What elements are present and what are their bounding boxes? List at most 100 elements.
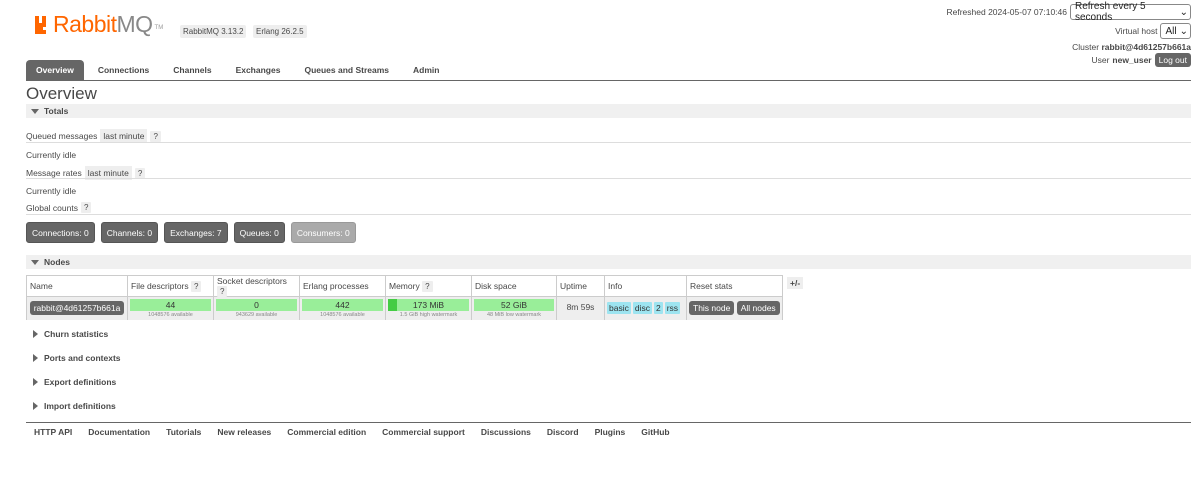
col-name: Name — [26, 275, 128, 297]
tab-overview[interactable]: Overview — [26, 60, 84, 80]
cluster-label: Cluster — [1072, 42, 1100, 52]
channels-count-button[interactable]: Channels: 0 — [100, 222, 159, 243]
consumers-count-button[interactable]: Consumers: 0 — [290, 222, 356, 243]
expand-icon — [33, 354, 38, 362]
refresh-area: Refreshed 2024-05-07 07:10:46 Refresh ev… — [946, 1, 1191, 23]
info-tag-disc[interactable]: disc — [632, 302, 652, 314]
tab-connections[interactable]: Connections — [88, 60, 159, 80]
footer-link-commercial-support[interactable]: Commercial support — [382, 427, 465, 437]
footer-link-documentation[interactable]: Documentation — [88, 427, 150, 437]
footer-link-discussions[interactable]: Discussions — [481, 427, 531, 437]
sd-cell: 0 943629 available — [213, 296, 300, 320]
expand-icon — [33, 378, 38, 386]
col-uptime: Uptime — [556, 275, 605, 297]
memory-bar: 173 MiB — [388, 299, 469, 311]
col-socket-descriptors: Socket descriptors ? — [213, 275, 300, 297]
section-title: Ports and contexts — [44, 353, 121, 363]
reset-cell: This node All nodes — [686, 296, 783, 320]
section-title: Import definitions — [44, 401, 116, 411]
footer-link-commercial-edition[interactable]: Commercial edition — [287, 427, 366, 437]
reset-all-nodes-button[interactable]: All nodes — [736, 301, 780, 315]
vhost-select[interactable]: All ⌄ — [1160, 23, 1191, 39]
help-icon[interactable]: ? — [422, 281, 433, 292]
message-rates-idle: Currently idle — [26, 186, 77, 196]
exchanges-count-button[interactable]: Exchanges: 7 — [164, 222, 228, 243]
totals-heading: Totals — [44, 106, 69, 116]
help-icon[interactable]: ? — [217, 286, 228, 297]
uptime-cell: 8m 59s — [556, 296, 605, 320]
tab-channels[interactable]: Channels — [163, 60, 221, 80]
global-counts-label: Global counts — [26, 202, 78, 213]
help-icon[interactable]: ? — [150, 130, 161, 142]
footer-link-tutorials[interactable]: Tutorials — [166, 427, 201, 437]
help-icon[interactable]: ? — [134, 167, 146, 179]
footer-link-github[interactable]: GitHub — [641, 427, 669, 437]
footer-link-plugins[interactable]: Plugins — [595, 427, 626, 437]
rabbitmq-logo[interactable]: Rabbit MQ TM — [34, 10, 163, 38]
memory-cell: 173 MiB 1.5 GiB high watermark — [385, 296, 472, 320]
nodes-heading: Nodes — [44, 257, 70, 267]
queues-count-button[interactable]: Queues: 0 — [233, 222, 285, 243]
sd-available: 943629 available — [235, 312, 278, 318]
queued-messages-idle: Currently idle — [26, 150, 77, 160]
ports-and-contexts-section[interactable]: Ports and contexts — [26, 351, 1191, 365]
import-definitions-section[interactable]: Import definitions — [26, 399, 1191, 413]
divider — [26, 214, 1191, 215]
ep-available: 1048576 available — [320, 312, 365, 318]
rabbit-logo-icon — [35, 16, 46, 34]
col-erlang-processes: Erlang processes — [299, 275, 386, 297]
user-label: User — [1091, 55, 1110, 65]
help-icon[interactable]: ? — [191, 281, 202, 292]
divider — [26, 178, 1191, 179]
section-title: Export definitions — [44, 377, 117, 387]
footer-link-http-api[interactable]: HTTP API — [34, 427, 72, 437]
section-title: Churn statistics — [44, 329, 109, 339]
global-counts: Connections: 0 Channels: 0 Exchanges: 7 … — [26, 222, 356, 243]
expand-icon — [33, 330, 38, 338]
nodes-table: Name File descriptors ? Socket descripto… — [26, 275, 783, 320]
col-info: Info — [604, 275, 687, 297]
fd-cell: 44 1048576 available — [127, 296, 214, 320]
node-name-cell: rabbit@4d61257b661a — [26, 296, 128, 320]
footer-link-discord[interactable]: Discord — [547, 427, 579, 437]
reset-this-node-button[interactable]: This node — [689, 301, 735, 315]
refresh-interval-select[interactable]: Refresh every 5 seconds ⌄ — [1070, 1, 1191, 23]
tabs-divider — [26, 80, 1191, 81]
tab-exchanges[interactable]: Exchanges — [226, 60, 291, 80]
help-icon[interactable]: ? — [80, 202, 92, 213]
col-memory: Memory ? — [385, 275, 472, 297]
footer-link-new-releases[interactable]: New releases — [217, 427, 271, 437]
page-title: Overview — [26, 84, 97, 103]
tab-admin[interactable]: Admin — [403, 60, 449, 80]
col-file-descriptors: File descriptors ? — [127, 275, 214, 297]
queued-messages-row: Queued messages last minute ? — [26, 129, 161, 143]
disk-cell: 52 GiB 48 MiB low watermark — [471, 296, 557, 320]
tab-queues-and-streams[interactable]: Queues and Streams — [294, 60, 399, 80]
disk-bar: 52 GiB — [474, 299, 554, 311]
footer-links: HTTP API Documentation Tutorials New rel… — [34, 427, 670, 437]
column-toggle-button[interactable]: +/- — [787, 277, 804, 289]
col-disk-space: Disk space — [471, 275, 557, 297]
fd-bar: 44 — [130, 299, 211, 311]
export-definitions-section[interactable]: Export definitions — [26, 375, 1191, 389]
connections-count-button[interactable]: Connections: 0 — [26, 222, 95, 243]
expand-icon — [33, 402, 38, 410]
global-counts-row: Global counts ? — [26, 202, 92, 213]
ep-bar: 442 — [302, 299, 383, 311]
queued-messages-label: Queued messages — [26, 131, 98, 141]
node-name-link[interactable]: rabbit@4d61257b661a — [29, 301, 125, 315]
cluster-name: rabbit@4d61257b661a — [1101, 42, 1191, 52]
memory-bar-fill — [388, 299, 397, 311]
brand-tm: TM — [154, 25, 164, 31]
churn-statistics-section[interactable]: Churn statistics — [26, 327, 1191, 341]
info-tag-rss[interactable]: rss — [664, 302, 681, 314]
col-reset-stats: Reset stats — [686, 275, 783, 297]
nodes-section-header[interactable]: Nodes — [26, 255, 1191, 269]
logout-button[interactable]: Log out — [1154, 53, 1191, 67]
cluster-info: Cluster rabbit@4d61257b661a — [1072, 42, 1191, 52]
queued-messages-range[interactable]: last minute — [100, 129, 148, 143]
info-tag-count[interactable]: 2 — [653, 302, 663, 314]
brand-mq: MQ — [116, 10, 153, 37]
info-tag-basic[interactable]: basic — [607, 302, 631, 314]
totals-section-header[interactable]: Totals — [26, 104, 1191, 118]
